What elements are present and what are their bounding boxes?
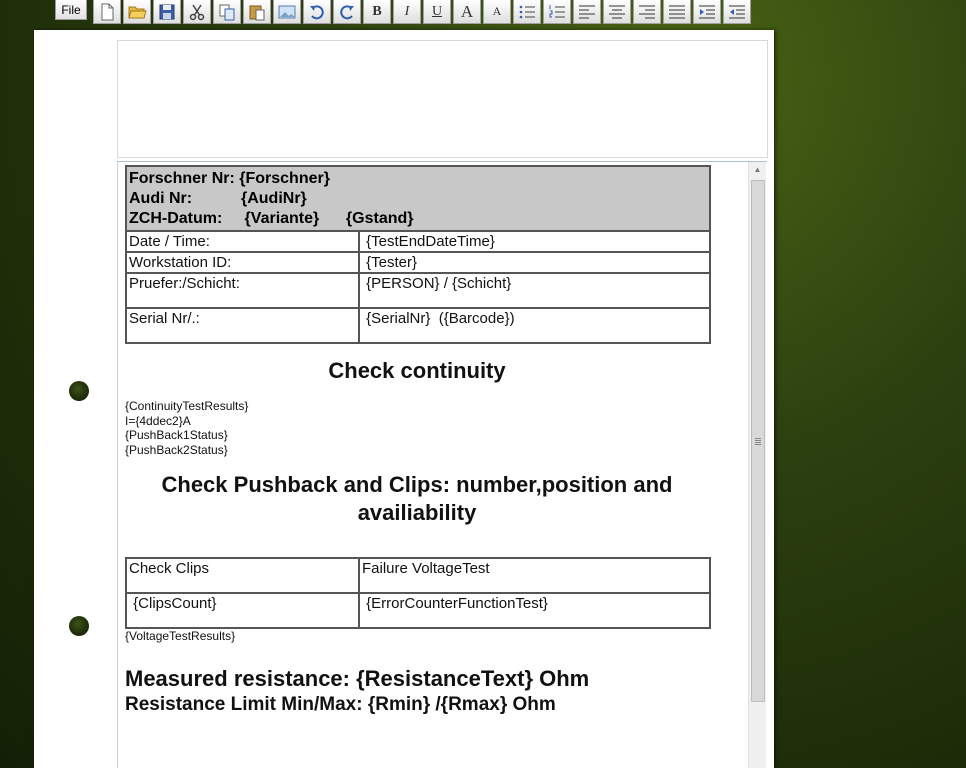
- grow-font-icon: A: [460, 1, 474, 21]
- header-line: Forschner Nr: {Forschner}: [129, 170, 330, 187]
- new-document-icon: [101, 3, 114, 20]
- save-icon: [159, 4, 175, 19]
- bold-icon: B: [372, 3, 382, 19]
- undo-button[interactable]: [303, 0, 331, 24]
- undo-icon: [310, 4, 324, 19]
- check-continuity-heading: Check continuity: [328, 358, 506, 383]
- underline-button[interactable]: U: [423, 0, 451, 24]
- numbered-list-button[interactable]: [543, 0, 571, 24]
- copy-button[interactable]: [213, 0, 241, 24]
- justify-button[interactable]: [663, 0, 691, 24]
- binder-hole: [69, 616, 89, 636]
- clips-header: Check Clips: [125, 557, 360, 594]
- file-menu-button[interactable]: File: [55, 0, 87, 20]
- cut-button[interactable]: [183, 0, 211, 24]
- redo-icon: [340, 4, 354, 19]
- measured-resistance: Measured resistance: {ResistanceText} Oh…: [125, 665, 590, 691]
- continuity-line: {PushBack2Status}: [125, 442, 228, 457]
- binder-hole: [69, 381, 89, 401]
- header-line: Audi Nr: {AudiNr}: [129, 190, 307, 207]
- increase-indent-icon: [729, 5, 745, 18]
- bold-button[interactable]: B: [363, 0, 391, 24]
- folder-open-icon: [128, 6, 147, 18]
- bullet-list-button[interactable]: [513, 0, 541, 24]
- pushback-heading: Check Pushback and Clips: number,positio…: [161, 472, 673, 525]
- page-header-area[interactable]: [117, 40, 768, 158]
- copy-icon: [219, 4, 235, 20]
- decrease-indent-button[interactable]: [693, 0, 721, 24]
- toolbar-buttons: B I U A A: [93, 0, 753, 24]
- info-value: {PERSON} / {Schicht}: [358, 272, 711, 309]
- continuity-results: {ContinuityTestResults} I={4ddec2}A {Pus…: [125, 399, 715, 457]
- scroll-up-arrow-icon[interactable]: ▲: [749, 162, 766, 178]
- grow-font-button[interactable]: A: [453, 0, 481, 24]
- info-label: Pruefer:/Schicht:: [125, 272, 360, 309]
- continuity-line: {PushBack1Status}: [125, 428, 228, 442]
- open-button[interactable]: [123, 0, 151, 24]
- clips-table: Check Clips Failure VoltageTest {ClipsCo…: [125, 557, 711, 629]
- align-left-button[interactable]: [573, 0, 601, 24]
- info-value: {Tester}: [358, 251, 711, 274]
- info-label: Workstation ID:: [125, 251, 360, 274]
- numbered-list-icon: [549, 4, 565, 17]
- document-content: Forschner Nr: {Forschner} Audi Nr: {Audi…: [125, 162, 715, 716]
- insert-image-button[interactable]: [273, 0, 301, 24]
- justify-icon: [669, 5, 685, 18]
- info-label: Serial Nr/.:: [125, 307, 360, 344]
- document-body[interactable]: Forschner Nr: {Forschner} Audi Nr: {Audi…: [117, 162, 748, 768]
- align-left-icon: [579, 5, 595, 18]
- header-block: Forschner Nr: {Forschner} Audi Nr: {Audi…: [125, 165, 711, 232]
- scissors-icon: [189, 4, 205, 20]
- shrink-font-button[interactable]: A: [483, 0, 511, 24]
- resistance-limit: Resistance Limit Min/Max: {Rmin} /{Rmax}…: [125, 693, 556, 715]
- paste-button[interactable]: [243, 0, 271, 24]
- header-line: ZCH-Datum: {Variante} {Gstand}: [129, 210, 414, 227]
- align-center-icon: [609, 5, 625, 18]
- vertical-scrollbar[interactable]: ▲: [748, 162, 766, 768]
- info-value: {SerialNr} ({Barcode}): [358, 307, 711, 344]
- italic-button[interactable]: I: [393, 0, 421, 24]
- image-icon: [278, 5, 296, 18]
- toolbar: File B I U A A: [0, 0, 966, 26]
- save-button[interactable]: [153, 0, 181, 24]
- info-label: Date / Time:: [125, 230, 360, 253]
- continuity-line: {ContinuityTestResults}: [125, 399, 249, 413]
- info-value: {TestEndDateTime}: [358, 230, 711, 253]
- italic-icon: I: [404, 3, 410, 19]
- increase-indent-button[interactable]: [723, 0, 751, 24]
- paste-icon: [249, 5, 265, 20]
- document-page: Forschner Nr: {Forschner} Audi Nr: {Audi…: [34, 30, 774, 768]
- error-counter-value: {ErrorCounterFunctionTest}: [358, 592, 711, 629]
- underline-icon: U: [431, 3, 443, 19]
- align-center-button[interactable]: [603, 0, 631, 24]
- scrollbar-thumb[interactable]: [751, 180, 765, 702]
- decrease-indent-icon: [699, 5, 715, 18]
- shrink-font-icon: A: [492, 4, 502, 18]
- redo-button[interactable]: [333, 0, 361, 24]
- bullet-list-icon: [519, 5, 535, 18]
- voltage-test-results: {VoltageTestResults}: [125, 629, 236, 643]
- scrollbar-grip-icon: [755, 438, 761, 445]
- continuity-line: I={4ddec2}A: [125, 413, 191, 428]
- info-table: Forschner Nr: {Forschner} Audi Nr: {Audi…: [125, 165, 711, 344]
- align-right-icon: [639, 5, 655, 18]
- align-right-button[interactable]: [633, 0, 661, 24]
- clips-count-value: {ClipsCount}: [125, 592, 360, 629]
- voltage-failure-header: Failure VoltageTest: [358, 557, 711, 594]
- new-document-button[interactable]: [93, 0, 121, 24]
